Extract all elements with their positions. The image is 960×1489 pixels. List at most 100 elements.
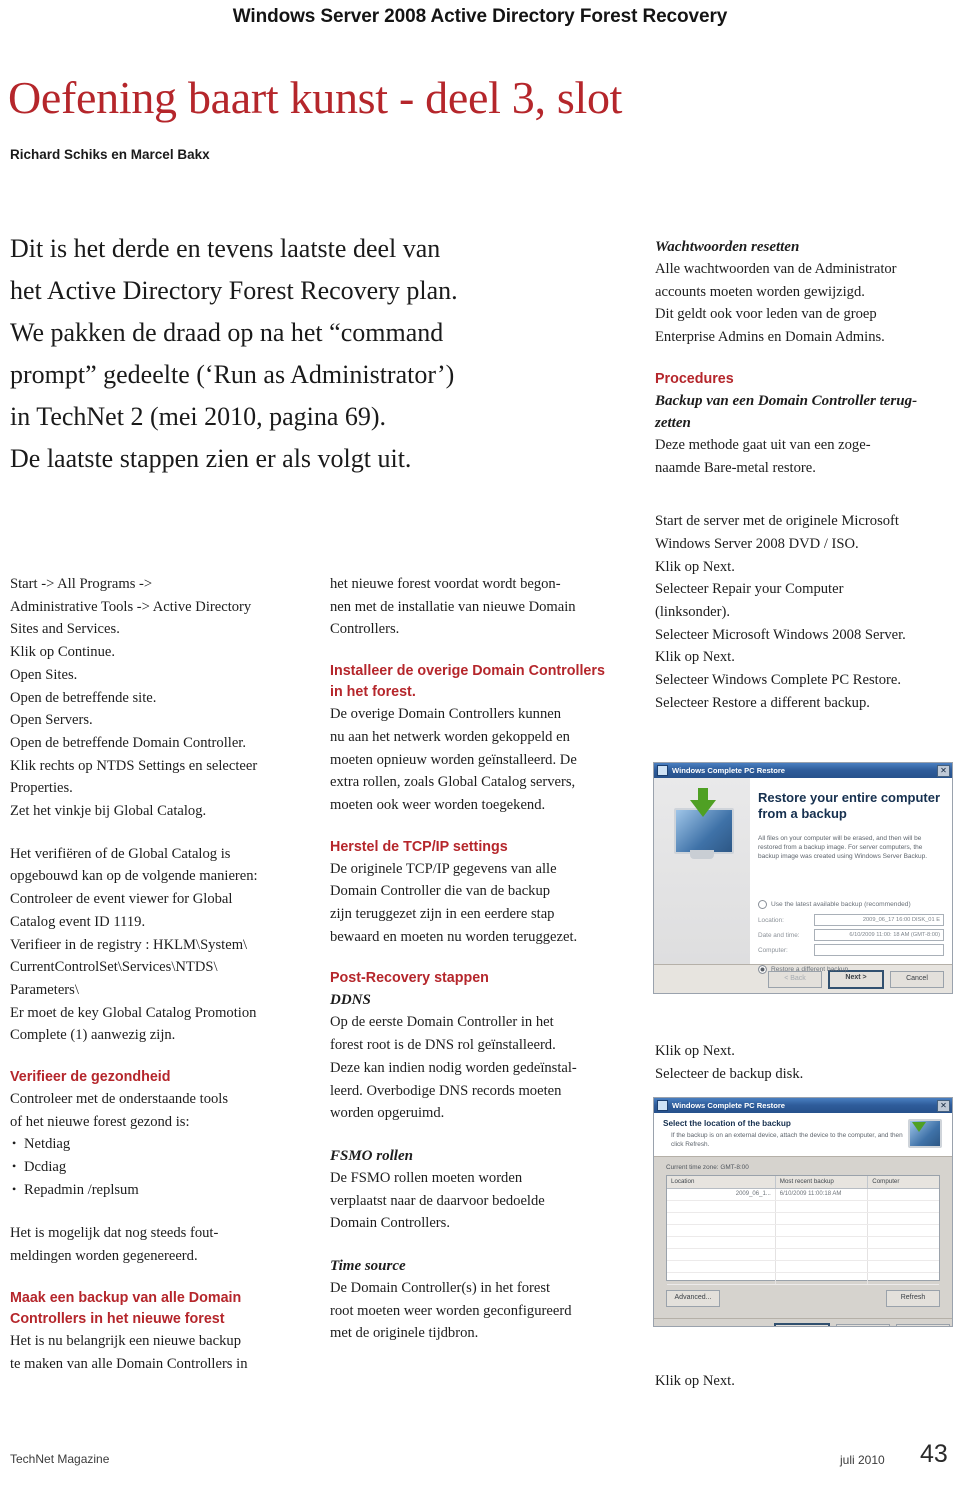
body-line: Start -> All Programs -> [10,576,153,592]
column-three-end-text: Klik op Next. [655,1370,955,1393]
footer-issue-date: juli 2010 [840,1453,885,1467]
figure1-description: All files on your computer will be erase… [758,835,928,860]
figure1-heading-line2: from a backup [758,806,847,821]
advanced-button[interactable]: Advanced... [666,1290,720,1307]
figure2-body: Current time zone: GMT-8:00 Location Mos… [654,1157,952,1307]
figure2-heading: Select the location of the backup [663,1119,791,1128]
footer-magazine-name: TechNet Magazine [10,1452,110,1466]
body-line: nen met de installatie van nieuwe Domain [330,598,576,615]
intro-lead: Dit is het derde en tevens laatste deel … [10,228,610,480]
body-line: Klik rechts op NTDS Settings en selectee… [10,757,258,774]
intro-line: in TechNet 2 (mei 2010, pagina 69). [10,402,387,431]
cell-most-recent-backup: 6/10/2009 11:00:18 AM [776,1189,869,1200]
tools-bullet-list: Netdiag Dcdiag Repadmin /replsum [10,1132,302,1202]
body-line: Dit geldt ook voor leden van de groep [655,306,877,323]
list-item: Netdiag [12,1132,302,1156]
field-location-label: Location: [758,916,784,924]
body-line: Controllers. [330,621,400,638]
body-line: meldingen worden gegenereerd. [10,1248,198,1265]
radio-icon-selected [758,965,767,974]
intro-line: prompt” gedeelte (‘Run as Administrator’… [10,360,455,389]
radio-restore-different-label: Restore a different backup [771,966,849,973]
body-line: Selecteer Windows Complete PC Restore. [655,672,901,689]
heading-maak-backup-line2: Controllers in het nieuwe forest [10,1310,225,1327]
body-line: Selecteer Microsoft Windows 2008 Server. [655,626,906,643]
column-one: Start -> All Programs -> Administrative … [10,573,302,1375]
body-line: Open de betreffende site. [10,689,157,706]
restore-arrow-icon [690,800,716,817]
body-line: leerd. Overbodige DNS records moeten [330,1082,562,1099]
figure1-options: Use the latest available backup (recomme… [758,900,944,979]
body-line: Alle wachtwoorden van de Administrator [655,261,897,277]
field-date-label: Date and time: [758,931,800,939]
monitor-stand-icon [690,850,714,859]
field-date-value[interactable]: 6/10/2009 11:00: 18 AM (GMT-8:00) [814,929,944,941]
backup-monitor-icon [908,1119,942,1148]
body-line: nu aan het netwerk worden gekoppeld en [330,728,570,745]
table-row-empty [667,1249,939,1261]
heading-fsmo-rollen: FSMO rollen [330,1147,413,1164]
body-line: Start de server met de originele Microso… [655,513,899,530]
window-icon [657,1100,668,1111]
close-icon[interactable]: ✕ [937,1099,950,1112]
body-line: Het is nu belangrijk een nieuwe backup [10,1332,241,1349]
table-row-empty [667,1273,939,1285]
figure2-titlebar: Windows Complete PC Restore ✕ [654,1098,952,1113]
body-line: Complete (1) aanwezig zijn. [10,1027,176,1044]
body-line: De FSMO rollen moeten worden [330,1169,523,1186]
radio-use-latest-backup[interactable]: Use the latest available backup (recomme… [758,900,944,909]
figure2-footer: < Back Next > Cancel [654,1318,952,1326]
body-line: of het nieuwe forest gezond is: [10,1113,190,1130]
back-button[interactable]: < Back [774,1323,830,1326]
body-line: verplaatst naar de daarvoor bedoelde [330,1192,545,1209]
body-line: Klik op Next. [655,1373,735,1389]
heading-installeer-line1: Installeer de overige Domain Controllers [330,663,605,680]
body-line: Deze kan indien nodig worden gedeïnstal- [330,1059,577,1076]
field-location-row: Location: 2009_06_17 16:00 DISK_01 E [758,914,944,926]
radio-restore-different-backup[interactable]: Restore a different backup [758,965,944,974]
next-button[interactable]: Next > [836,1324,890,1326]
body-line: root moeten weer worden geconfigureerd [330,1302,572,1319]
body-line: De originele TCP/IP gegevens van alle [330,860,557,877]
table-row[interactable]: 2009_06_1... 6/10/2009 11:00:18 AM [667,1189,939,1201]
body-line: Op de eerste Domain Controller in het [330,1014,554,1031]
body-line: accounts moeten worden gewijzigd. [655,283,865,300]
page-title: Oefening baart kunst - deel 3, slot [8,72,623,123]
backup-location-table[interactable]: Location Most recent backup Computer 200… [666,1175,940,1285]
column-three-mid-text: Klik op Next. Selecteer de backup disk. [655,1040,955,1085]
body-line: zijn teruggezet zijn in een eerdere stap [330,906,555,923]
body-line: te maken van alle Domain Controllers in [10,1355,248,1372]
body-line: Klik op Next. [655,1043,735,1059]
column-header-location[interactable]: Location [667,1176,776,1188]
heading-wachtwoorden-resetten: Wachtwoorden resetten [655,239,800,255]
cancel-button[interactable]: Cancel [896,1324,950,1326]
byline: Richard Schiks en Marcel Bakx [10,147,210,162]
figure2-timezone: Current time zone: GMT-8:00 [666,1164,749,1171]
body-line: Het is mogelijk dat nog steeds fout- [10,1225,219,1242]
body-line: Domain Controller die van de backup [330,883,551,900]
column-header-most-recent-backup[interactable]: Most recent backup [776,1176,869,1188]
heading-herstel-tcpip: Herstel de TCP/IP settings [330,838,508,855]
column-three: Wachtwoorden resetten Alle wachtwoorden … [655,236,955,715]
close-icon[interactable]: ✕ [937,764,950,777]
body-line: Zet het vinkje bij Global Catalog. [10,803,207,820]
body-line: Properties. [10,780,73,797]
column-two: het nieuwe forest voordat wordt begon- n… [330,573,632,1345]
body-line: bewaard en moeten nu worden teruggezet. [330,928,578,945]
field-computer-label: Computer: [758,946,788,954]
column-header-computer[interactable]: Computer [868,1176,939,1188]
body-line: Open Servers. [10,712,93,729]
body-line: naamde Bare-metal restore. [655,459,816,476]
field-computer-value[interactable] [814,944,944,956]
refresh-button[interactable]: Refresh [886,1290,940,1307]
field-location-value[interactable]: 2009_06_17 16:00 DISK_01 E [814,914,944,926]
intro-line: De laatste stappen zien er als volgt uit… [10,444,412,473]
cell-location: 2009_06_1... [667,1189,776,1200]
body-line: Selecteer de backup disk. [655,1065,804,1082]
